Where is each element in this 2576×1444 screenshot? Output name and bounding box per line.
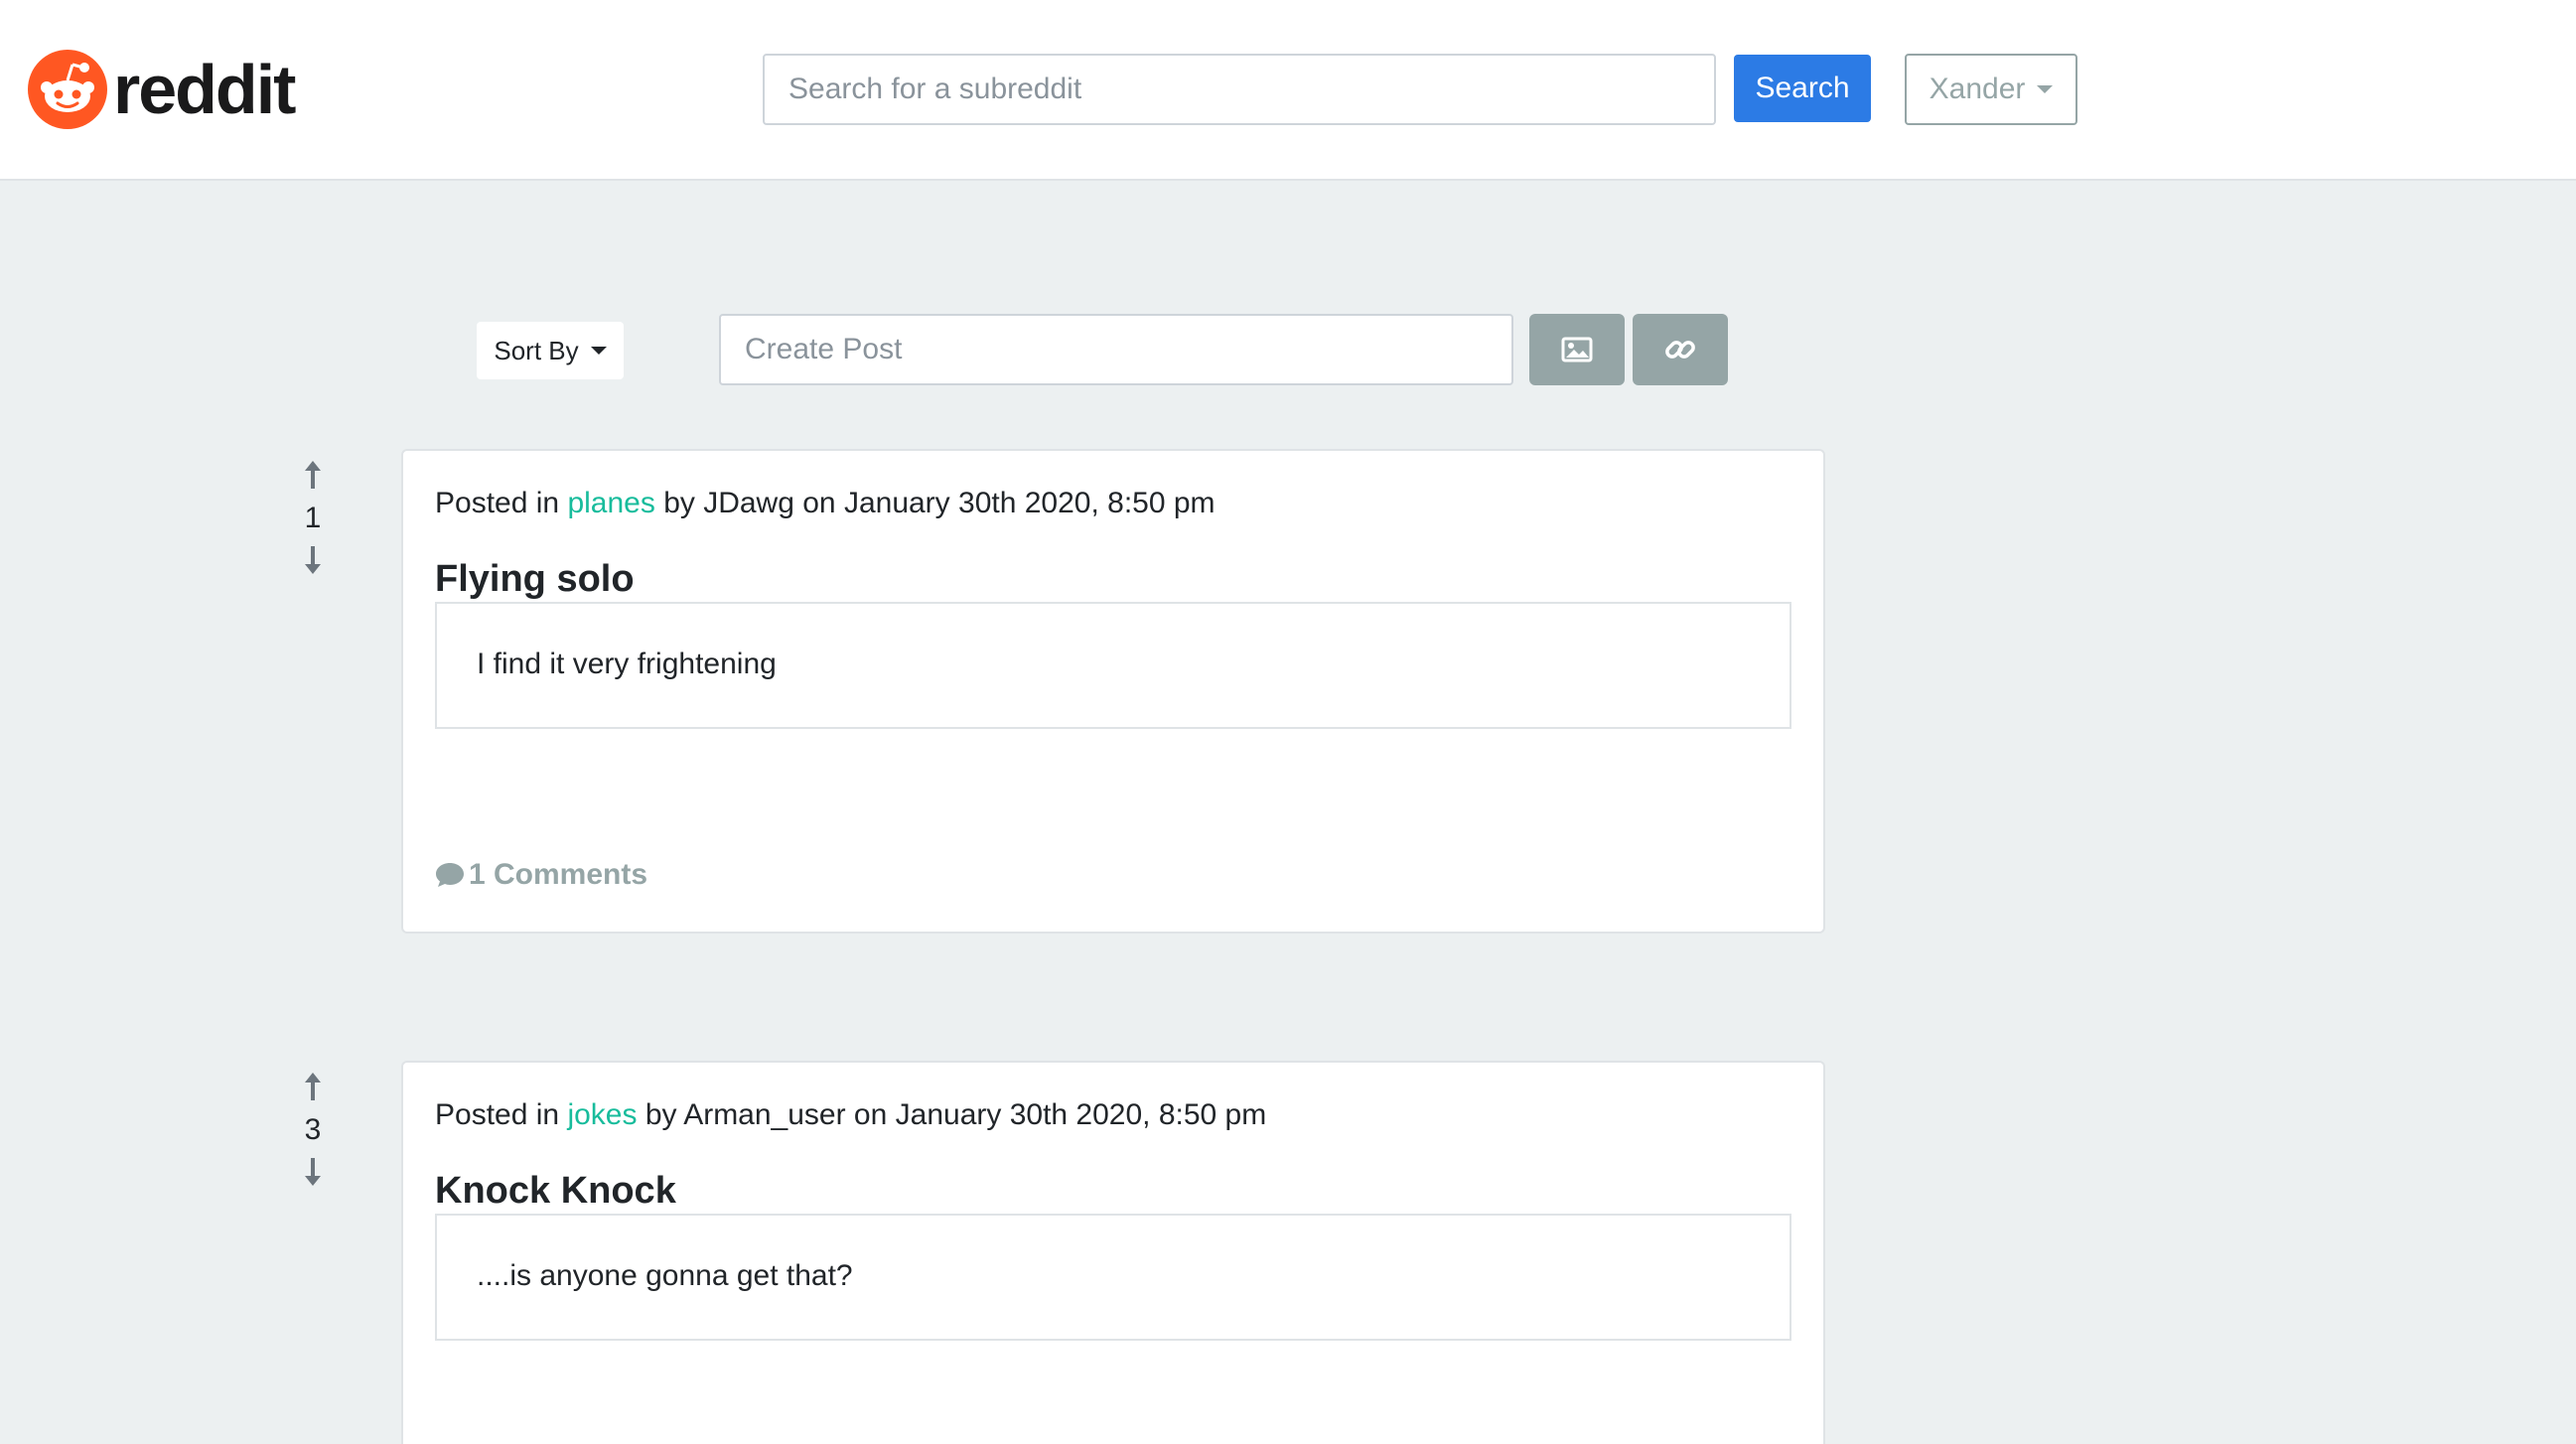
caret-down-icon: [590, 347, 607, 355]
comments-link[interactable]: 1 Comments: [435, 858, 647, 892]
reddit-home-link[interactable]: reddit: [28, 50, 296, 129]
post-meta-suffix: by JDawg on January 30th 2020, 8:50 pm: [663, 487, 1216, 519]
subreddit-search-input[interactable]: [763, 54, 1716, 125]
post-title[interactable]: Flying solo: [435, 558, 635, 601]
post-meta: Posted in jokes by Arman_user on January…: [435, 1098, 1266, 1132]
create-post-input[interactable]: [719, 314, 1513, 385]
vote-controls: 1: [288, 459, 338, 576]
create-link-post-button[interactable]: [1633, 314, 1728, 385]
downvote-arrow-icon[interactable]: [302, 544, 324, 576]
reddit-logo-icon: [28, 50, 107, 129]
top-navbar: reddit Search Xander: [0, 0, 2576, 181]
sort-by-dropdown[interactable]: Sort By: [477, 322, 624, 379]
user-menu-dropdown[interactable]: Xander: [1905, 54, 2077, 125]
upvote-arrow-icon[interactable]: [302, 1071, 324, 1102]
image-icon: [1561, 337, 1593, 362]
create-image-post-button[interactable]: [1529, 314, 1625, 385]
user-menu-label: Xander: [1929, 72, 2026, 105]
sort-by-label: Sort By: [494, 335, 579, 365]
post-meta-prefix: Posted in: [435, 1098, 560, 1131]
post-card[interactable]: Posted in planes by JDawg on January 30t…: [401, 449, 1825, 934]
brand-wordmark: reddit: [113, 51, 296, 128]
subreddit-link[interactable]: planes: [567, 487, 654, 519]
search-button[interactable]: Search: [1734, 55, 1871, 122]
vote-controls: 3: [288, 1071, 338, 1188]
post-card[interactable]: Posted in jokes by Arman_user on January…: [401, 1061, 1825, 1444]
vote-count: 3: [304, 1113, 322, 1146]
comment-bubble-icon: [436, 863, 464, 887]
comments-count: 1 Comments: [469, 858, 648, 891]
upvote-arrow-icon[interactable]: [302, 459, 324, 491]
post-meta-suffix: by Arman_user on January 30th 2020, 8:50…: [644, 1098, 1267, 1131]
post-meta: Posted in planes by JDawg on January 30t…: [435, 487, 1216, 520]
post-body: ....is anyone gonna get that?: [435, 1214, 1791, 1341]
post-body: I find it very frightening: [435, 602, 1791, 729]
post-title[interactable]: Knock Knock: [435, 1170, 676, 1213]
subreddit-link[interactable]: jokes: [567, 1098, 637, 1131]
post-meta-prefix: Posted in: [435, 487, 560, 519]
downvote-arrow-icon[interactable]: [302, 1156, 324, 1188]
vote-count: 1: [304, 502, 322, 534]
caret-down-icon: [2037, 85, 2054, 93]
link-icon: [1665, 341, 1695, 359]
